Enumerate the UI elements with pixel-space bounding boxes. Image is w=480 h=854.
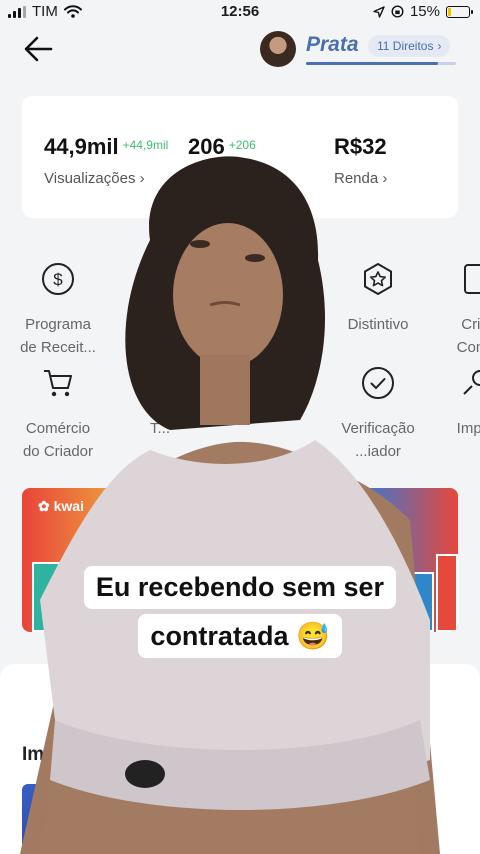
promo-banner[interactable]: ✿ kwai bbox=[22, 488, 458, 632]
feature-creator-contract[interactable]: CriaContr bbox=[420, 262, 480, 359]
battery-fill bbox=[448, 7, 452, 16]
feature-label: Programa de Receit... bbox=[20, 316, 96, 356]
avatar[interactable] bbox=[260, 31, 296, 67]
tier-name[interactable]: Prata bbox=[306, 33, 359, 57]
stat-followers[interactable]: 206 +206 S... › bbox=[188, 134, 256, 187]
svg-text:$: $ bbox=[53, 270, 63, 289]
caption-line-2: contratada 😅 bbox=[0, 614, 480, 658]
stat-label: S... › bbox=[188, 170, 220, 187]
tasks-icon bbox=[141, 265, 165, 293]
cart-icon bbox=[44, 370, 72, 397]
stat-label: Visualizações › bbox=[44, 170, 145, 187]
status-right: 15% bbox=[373, 3, 473, 20]
location-icon bbox=[373, 5, 385, 18]
tier-progress-fill bbox=[306, 62, 438, 65]
feature-label: Impul bbox=[456, 420, 480, 437]
stat-value: 206 bbox=[188, 134, 225, 159]
feature-label: Verificação ...iador bbox=[341, 420, 415, 460]
feature-badge[interactable]: Distintivo bbox=[323, 262, 433, 336]
badge-star-icon bbox=[364, 263, 392, 295]
stat-label: Renda › bbox=[334, 170, 388, 187]
feature-label: Ta... Cri... bbox=[137, 316, 169, 356]
rotation-lock-icon bbox=[391, 5, 404, 18]
check-circle-icon bbox=[362, 367, 394, 399]
status-bar: TIM 12:56 15% bbox=[0, 0, 480, 24]
feature-creator-commerce[interactable]: Comércio do Criador bbox=[3, 366, 113, 463]
section-side-text: ...olfer bbox=[320, 800, 362, 817]
caption-line-1: Eu recebendo sem ser bbox=[0, 566, 480, 609]
feature-label: Comércio do Criador bbox=[22, 420, 94, 460]
feature-boost[interactable]: Impul bbox=[420, 366, 480, 440]
dollar-circle-icon: $ bbox=[42, 263, 74, 295]
user-dollar-icon bbox=[145, 369, 166, 398]
feature-talent[interactable]: T... bbox=[105, 366, 215, 440]
feature-revenue-program[interactable]: $ Programa de Receit... bbox=[3, 262, 113, 359]
tier-progress-bar bbox=[306, 62, 456, 65]
chevron-right-icon: › bbox=[437, 39, 442, 53]
feature-creator-verification[interactable]: Verificação ...iador bbox=[323, 366, 433, 463]
section-side-text: ...ar bbox=[333, 690, 359, 707]
section-thumbnail[interactable] bbox=[22, 784, 102, 854]
back-arrow-icon[interactable] bbox=[22, 34, 56, 64]
stat-delta: +44,9mil bbox=[122, 138, 169, 152]
feature-label: Distintivo bbox=[347, 316, 409, 333]
caption-text: contratada 😅 bbox=[138, 614, 342, 658]
feature-label: CriaContr bbox=[456, 316, 480, 356]
rights-button[interactable]: 11 Direitos › bbox=[368, 35, 451, 57]
gauge-icon bbox=[260, 379, 286, 393]
feature-tasks[interactable]: Ta... Cri... bbox=[98, 262, 208, 359]
section-title: Imp... bbox=[22, 744, 72, 765]
stat-value: R$32 bbox=[334, 134, 387, 159]
stat-income[interactable]: R$32 Renda › bbox=[334, 134, 387, 187]
feature-label: T... bbox=[149, 420, 170, 437]
boost-icon bbox=[463, 370, 480, 395]
feature-growth[interactable] bbox=[218, 366, 328, 405]
rights-label: 11 Direitos bbox=[377, 39, 434, 53]
stats-card: 44,9mil +44,9mil Visualizações › 206 +206 … bbox=[22, 96, 458, 218]
stat-views[interactable]: 44,9mil +44,9mil Visualizações › bbox=[44, 134, 168, 187]
battery-icon bbox=[446, 5, 473, 18]
banner-brand: ✿ kwai bbox=[38, 498, 84, 514]
battery-percent: 15% bbox=[409, 3, 440, 20]
stat-value: 44,9mil bbox=[44, 134, 119, 159]
stat-delta: +206 bbox=[228, 138, 256, 152]
caption-text: Eu recebendo sem ser bbox=[83, 566, 397, 609]
document-icon bbox=[464, 264, 480, 294]
